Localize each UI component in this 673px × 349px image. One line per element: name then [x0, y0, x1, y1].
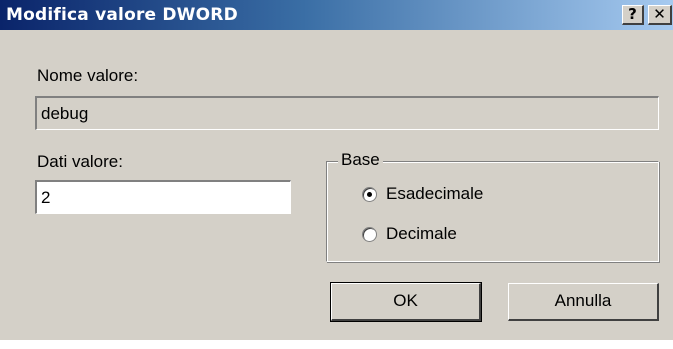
radio-hexadecimal[interactable]: Esadecimale	[362, 182, 483, 206]
radio-decimal[interactable]: Decimale	[362, 222, 457, 246]
radio-hexadecimal-label[interactable]: Esadecimale	[386, 184, 483, 204]
value-data-label: Dati valore:	[37, 152, 123, 171]
value-name-field: debug	[35, 96, 659, 130]
base-legend: Base	[338, 150, 383, 170]
radio-decimal-label[interactable]: Decimale	[386, 224, 457, 244]
title-bar[interactable]: Modifica valore DWORD ? ✕	[0, 0, 673, 30]
close-icon: ✕	[653, 5, 666, 23]
radio-hexadecimal-circle[interactable]	[362, 186, 377, 202]
help-button[interactable]: ?	[622, 5, 644, 25]
value-data-input[interactable]	[35, 180, 291, 214]
radio-decimal-circle[interactable]	[362, 226, 377, 242]
base-groupbox	[326, 161, 659, 262]
window-title: Modifica valore DWORD	[6, 5, 238, 25]
ok-button[interactable]: OK	[330, 282, 482, 322]
help-icon: ?	[628, 5, 637, 23]
value-name-label: Nome valore:	[37, 66, 139, 85]
close-button[interactable]: ✕	[648, 5, 672, 25]
dword-edit-dialog: Modifica valore DWORD ? ✕ Nome valore: d…	[0, 0, 673, 340]
cancel-button[interactable]: Annulla	[508, 283, 659, 321]
